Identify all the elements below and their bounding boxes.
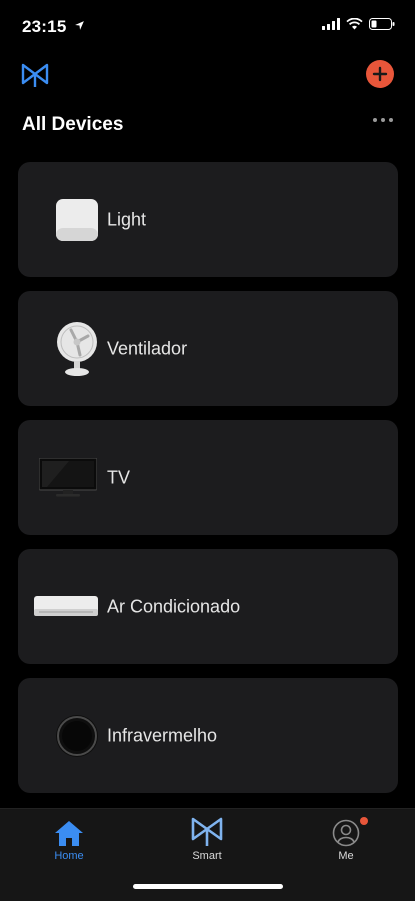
profile-icon <box>332 819 360 847</box>
device-card-infrared[interactable]: Infravermelho <box>18 678 398 793</box>
add-device-button[interactable] <box>366 60 394 88</box>
infrared-icon <box>46 708 108 764</box>
device-label: Infravermelho <box>107 725 218 745</box>
app-header <box>0 55 415 95</box>
device-card-fan[interactable]: Ventilador <box>18 291 398 406</box>
notification-badge <box>360 817 368 825</box>
status-indicators <box>322 18 395 30</box>
air-conditioner-icon <box>34 579 98 635</box>
battery-icon <box>369 18 395 30</box>
device-label: Ar Condicionado <box>107 596 241 616</box>
tab-smart[interactable]: Smart <box>167 817 247 862</box>
wifi-icon <box>346 18 363 30</box>
tab-me[interactable]: Me <box>306 817 386 862</box>
tab-label: Home <box>54 850 84 862</box>
home-indicator <box>133 884 283 889</box>
device-card-light[interactable]: Light <box>18 162 398 277</box>
bowtie-logo-icon <box>20 61 50 94</box>
smart-icon <box>191 817 223 846</box>
ellipsis-icon <box>373 118 377 122</box>
device-list: Light Ventilador TV Ar Condicionado Infr… <box>18 162 398 807</box>
more-options-button[interactable] <box>373 118 393 122</box>
device-card-air-conditioner[interactable]: Ar Condicionado <box>18 549 398 664</box>
signal-icon <box>322 18 340 30</box>
tab-label: Me <box>338 850 354 862</box>
status-bar: 23:15 <box>0 0 415 50</box>
page-title: All Devices <box>22 114 124 135</box>
device-label: Ventilador <box>107 338 188 358</box>
device-label: Light <box>107 209 147 229</box>
device-card-tv[interactable]: TV <box>18 420 398 535</box>
location-arrow-icon <box>75 21 85 30</box>
tab-home[interactable]: Home <box>29 817 109 862</box>
tab-label: Smart <box>192 850 222 862</box>
plus-icon <box>372 66 388 82</box>
device-label: TV <box>107 467 131 487</box>
title-row: All Devices <box>0 110 415 140</box>
status-time: 23:15 <box>22 17 85 37</box>
status-time-text: 23:15 <box>22 17 67 36</box>
fan-icon <box>46 321 108 377</box>
home-icon <box>55 821 83 846</box>
light-icon <box>46 192 108 248</box>
tv-icon <box>38 450 98 506</box>
